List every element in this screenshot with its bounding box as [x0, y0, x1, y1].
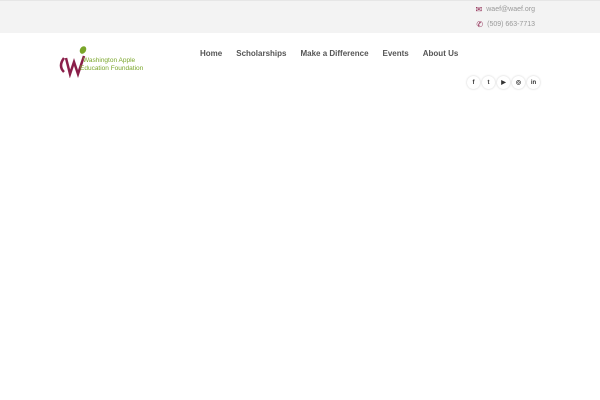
social-links: f t ▶ ◎ in — [467, 76, 540, 89]
email-link[interactable]: waef@waef.org — [486, 6, 535, 13]
main-nav: Home Scholarships Make a Difference Even… — [200, 49, 458, 58]
phone-link[interactable]: (509) 663-7713 — [487, 21, 535, 28]
nav-make-a-difference[interactable]: Make a Difference — [300, 49, 368, 58]
linkedin-icon[interactable]: in — [527, 76, 540, 89]
nav-about-us[interactable]: About Us — [423, 49, 459, 58]
email-contact[interactable]: ✉ waef@waef.org — [476, 5, 535, 14]
phone-contact[interactable]: ✆ (509) 663-7713 — [476, 20, 535, 29]
top-bar: ✉ waef@waef.org ✆ (509) 663-7713 — [0, 0, 600, 33]
twitter-icon[interactable]: t — [482, 76, 495, 89]
whatsapp-icon: ✆ — [476, 20, 484, 29]
logo-line1: Washington Apple — [83, 57, 136, 64]
logo-line2: Education Foundation — [80, 65, 144, 72]
nav-home[interactable]: Home — [200, 49, 222, 58]
envelope-icon: ✉ — [475, 5, 483, 14]
youtube-icon[interactable]: ▶ — [497, 76, 510, 89]
facebook-icon[interactable]: f — [467, 76, 480, 89]
logo[interactable]: Washington Apple Education Foundation — [58, 44, 158, 79]
nav-scholarships[interactable]: Scholarships — [236, 49, 286, 58]
nav-events[interactable]: Events — [383, 49, 409, 58]
instagram-icon[interactable]: ◎ — [512, 76, 525, 89]
